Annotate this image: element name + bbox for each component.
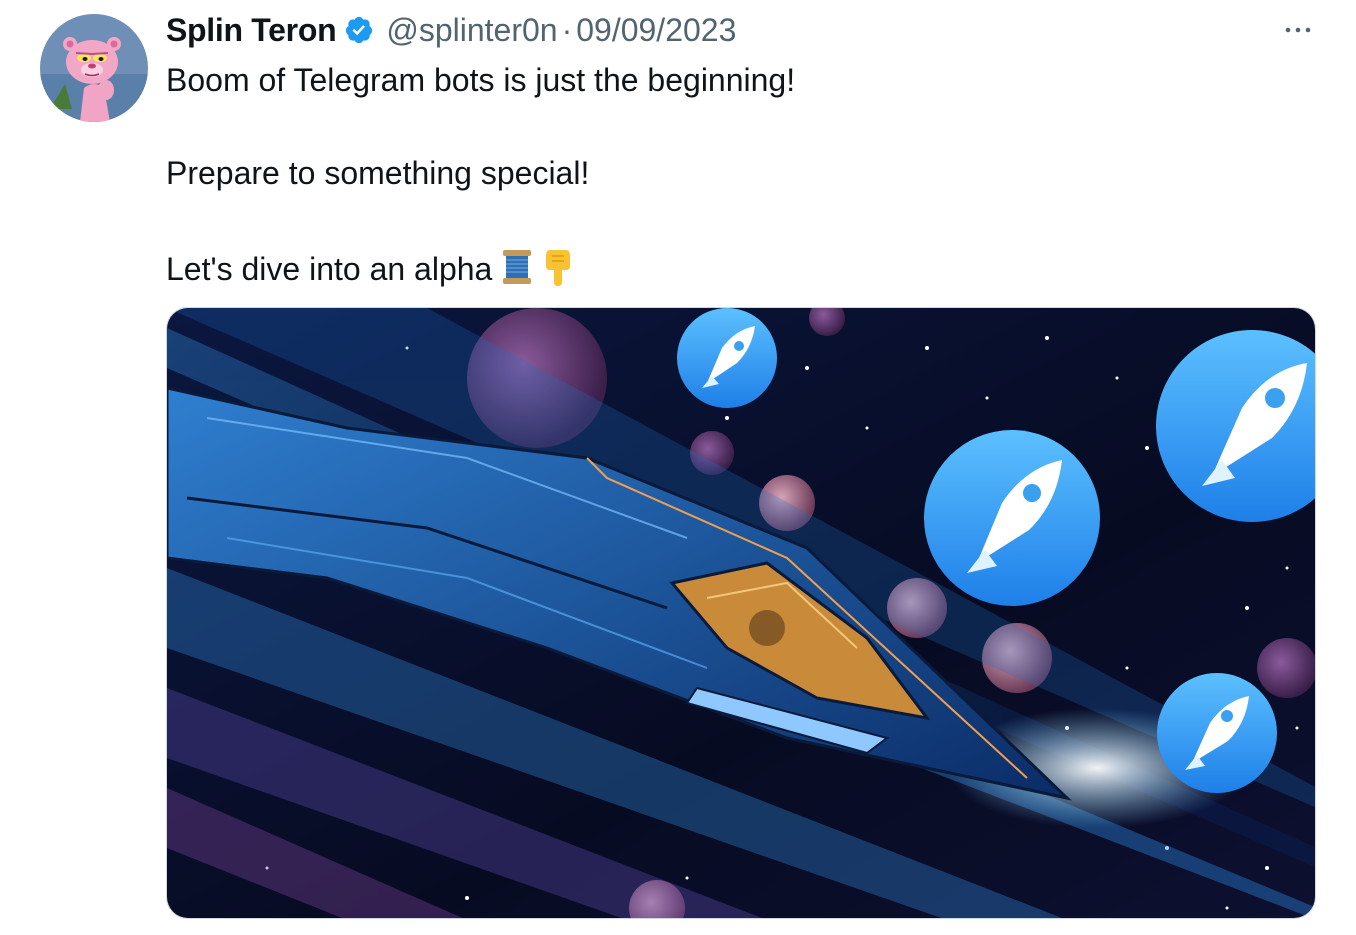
author-handle[interactable]: @splinter0n <box>386 12 557 49</box>
tweet[interactable]: Splin Teron @splinter0n · 09/09/2023 Boo… <box>0 0 1356 935</box>
tweet-line-3-text: Let's dive into an alpha <box>166 251 493 287</box>
spool-of-thread-emoji-icon <box>500 248 534 295</box>
tweet-header: Splin Teron @splinter0n · 09/09/2023 <box>166 8 736 52</box>
rocket-app-icon <box>677 308 777 408</box>
header-separator: · <box>561 11 573 48</box>
tweet-date[interactable]: 09/09/2023 <box>576 12 736 49</box>
tweet-line-2: Prepare to something special! <box>166 155 590 191</box>
spaceship-illustration-icon <box>167 308 1315 918</box>
tweet-media-image[interactable] <box>166 307 1316 919</box>
display-name[interactable]: Splin Teron <box>166 12 337 49</box>
more-options-button[interactable] <box>1280 16 1316 44</box>
pink-panther-avatar-icon <box>40 14 148 122</box>
backhand-index-pointing-down-emoji-icon <box>542 246 574 295</box>
tweet-text: Boom of Telegram bots is just the beginn… <box>166 60 1316 295</box>
tweet-line-3: Let's dive into an alpha <box>166 246 1316 295</box>
more-dots-icon <box>1285 27 1311 33</box>
avatar[interactable] <box>40 14 148 122</box>
verified-badge-icon[interactable] <box>344 15 374 45</box>
tweet-line-1: Boom of Telegram bots is just the beginn… <box>166 62 796 98</box>
